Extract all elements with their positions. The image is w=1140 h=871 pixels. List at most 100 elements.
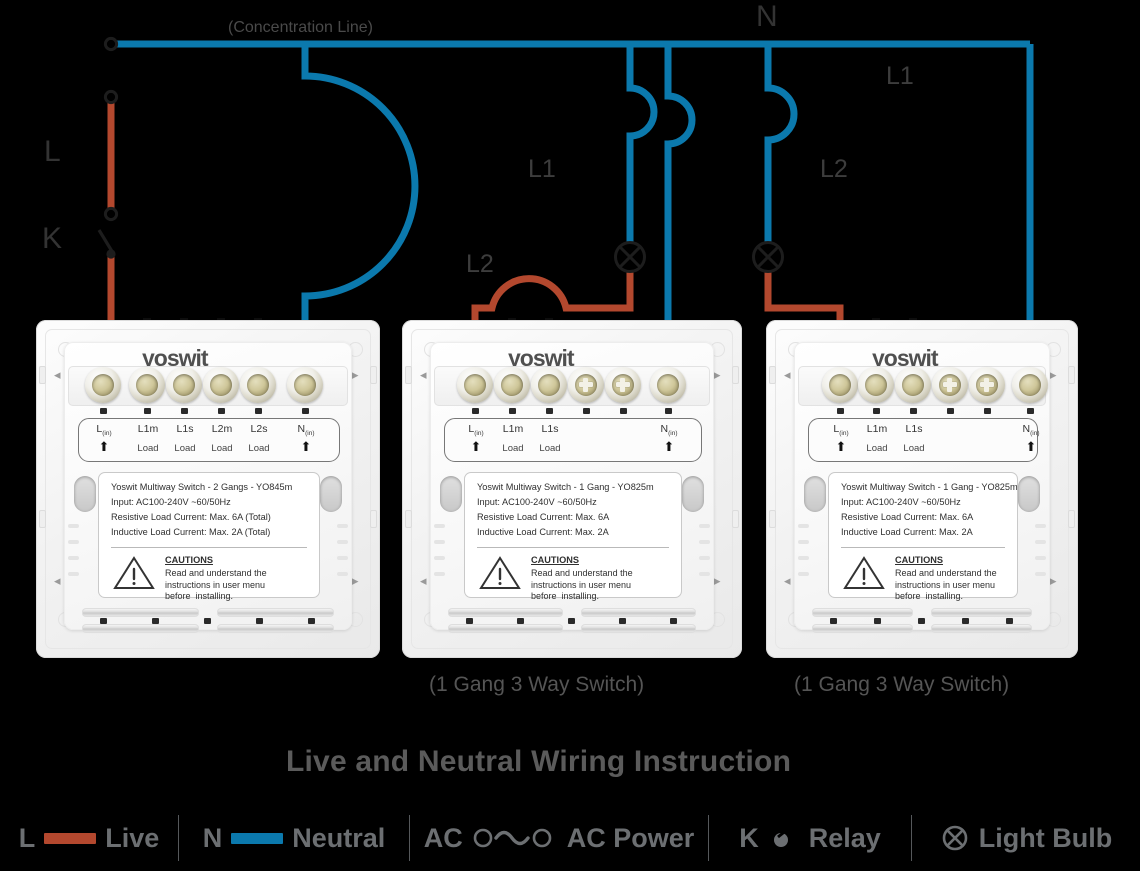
panel-1-side-notch-left-top	[39, 366, 46, 384]
panel-3-terminal-screw-2[interactable]	[858, 367, 894, 403]
panel-1-terminal-screw-5[interactable]	[240, 367, 276, 403]
panel-3: ◂ ▸ ◂ ▸ yoswit L(in) ⬆ L1m Load L1s Load N(in) ⬆ Yosw…	[766, 320, 1078, 658]
panel-1-arrow-left-bot: ◂	[54, 573, 61, 588]
panel-2-spec-resistive: Resistive Load Current: Max. 6A	[477, 512, 610, 522]
page-title: Live and Neutral Wiring Instruction	[286, 745, 792, 778]
panel-2-arrow-left-bot: ◂	[420, 573, 427, 588]
panel-3-vent-tick-right-4	[1035, 572, 1046, 576]
panel-1-spec-inductive: Inductive Load Current: Max. 2A (Total)	[111, 527, 271, 537]
panel-2-spec-model: Yoswit Multiway Switch - 1 Gang - YO825m	[477, 482, 654, 492]
panel-3-terminal-tab-1	[837, 408, 844, 414]
panel-2-terminal-label-box: L(in) ⬆ L1m Load L1s Load N(in) ⬆	[444, 418, 702, 462]
panel-3-bottom-tab-2	[874, 618, 881, 624]
panel-2-terminal-screw-2[interactable]	[494, 367, 530, 403]
panel-2-side-notch-right-top	[732, 366, 739, 384]
panel-3-vent-tick-right-3	[1035, 556, 1046, 560]
panel-1-spec-resistive: Resistive Load Current: Max. 6A (Total)	[111, 512, 271, 522]
legend-label-live: Live	[105, 822, 160, 853]
panel-3-terminal-screw-6[interactable]	[1012, 367, 1048, 403]
panel-3-terminal-screw-5[interactable]	[969, 367, 1005, 403]
light-bulb-2	[752, 241, 784, 273]
panel-1-rocker-right-top[interactable]	[217, 608, 334, 617]
panel-2-arrow-right-bot: ▸	[714, 573, 721, 588]
neutral-to-bulb-2	[764, 44, 798, 243]
panel-3-terminal-tab-3	[910, 408, 917, 414]
panel-1-vent-tick-right-3	[337, 556, 348, 560]
panel-1-rocker-left-top[interactable]	[82, 608, 199, 617]
panel-2-rocker-left-top[interactable]	[448, 608, 563, 617]
screw-cross-vertical	[620, 378, 625, 392]
panel-3-terminal-screw-4[interactable]	[932, 367, 968, 403]
panel-2-vent-tick-left-1	[434, 524, 445, 528]
panel-3-rocker-right-bot[interactable]	[931, 624, 1032, 633]
panel-1-rocker-left-bot[interactable]	[82, 624, 199, 633]
panel-2-terminal-screw-5[interactable]	[605, 367, 641, 403]
node-label-L2-right: L2	[820, 155, 848, 183]
panel-1-arrow-right-bot: ▸	[352, 573, 359, 588]
panel-2-terminal-screw-3[interactable]	[531, 367, 567, 403]
panel-2-terminal-screw-4[interactable]	[568, 367, 604, 403]
panel-2-bottom-tab-3	[568, 618, 575, 624]
panel-1-terminal-screw-6[interactable]	[287, 367, 323, 403]
panel-3-rocker-right-top[interactable]	[931, 608, 1032, 617]
legend-bar: L Live N Neutral AC AC Power K Relay Lig…	[0, 805, 1140, 871]
panel-2-rocker-left-bot[interactable]	[448, 624, 563, 633]
panel-3-bottom-tab-3	[918, 618, 925, 624]
panel-2-vent-tick-right-2	[699, 540, 710, 544]
node-label-L1-left: L1	[528, 155, 556, 183]
panel-3-terminal-tab-5	[984, 408, 991, 414]
panel-1-terminal-foot-6: ⬆	[300, 439, 312, 454]
panel-1-vent-tick-left-3	[68, 556, 79, 560]
panel-3-side-notch-right-bot	[1068, 510, 1075, 528]
legend-item-live: L Live	[0, 815, 178, 861]
panel-2-cautions-body: Read and understand the instructions in …	[531, 568, 633, 601]
panel-2-vent-tick-left-3	[434, 556, 445, 560]
panel-1-terminal-foot-5: Load	[248, 443, 270, 454]
panel-2-bottom-tab-2	[517, 618, 524, 624]
panel-3-arrow-right-bot: ▸	[1050, 573, 1057, 588]
legend-item-ac-power: AC AC Power	[410, 815, 708, 861]
concentration-line-label: (Concentration Line)	[228, 19, 373, 36]
caption-panel-3: (1 Gang 3 Way Switch)	[794, 673, 1010, 696]
panel-2-terminal-screw-6[interactable]	[650, 367, 686, 403]
panel-1-terminal-screw-3[interactable]	[166, 367, 202, 403]
panel-2-warning-triangle-icon	[479, 556, 521, 589]
panel-3-rocker-left-top[interactable]	[812, 608, 913, 617]
panel-3-terminal-label-3: L1s	[905, 423, 923, 435]
ac-terminal-neutral	[103, 36, 119, 52]
legend-label-neutral: Neutral	[292, 822, 386, 853]
panel-3-terminal-screw-1[interactable]	[822, 367, 858, 403]
panel-2-rocker-right-top[interactable]	[581, 608, 696, 617]
panel-1-bottom-tab-4	[256, 618, 263, 624]
node-label-L2-left: L2	[466, 250, 494, 278]
panel-2-vent-tick-right-1	[699, 524, 710, 528]
panel-1-terminal-screw-4[interactable]	[203, 367, 239, 403]
panel-3-arrow-left-bot: ◂	[784, 573, 791, 588]
panel-3-vent-tick-left-4	[798, 572, 809, 576]
panel-2-rocker-right-bot[interactable]	[581, 624, 696, 633]
legend-key-neutral: N	[202, 822, 223, 853]
panel-1-arrow-left-top: ◂	[54, 367, 61, 382]
legend-item-light-bulb: Light Bulb	[912, 815, 1140, 861]
panel-1-terminal-screw-1[interactable]	[85, 367, 121, 403]
ac-terminal-live	[103, 89, 119, 105]
panel-1: ◂ ▸ ◂ ▸ yoswit L(in) ⬆ L1m Load L1s Load L2m Load L2s…	[36, 320, 380, 658]
panel-3-rocker-left-bot[interactable]	[812, 624, 913, 633]
legend-label-relay: Relay	[808, 822, 881, 853]
panel-2-spec-divider	[477, 547, 669, 548]
legend-item-neutral: N Neutral	[179, 815, 409, 861]
panel-1-terminal-screw-2[interactable]	[129, 367, 165, 403]
panel-1-rocker-right-bot[interactable]	[217, 624, 334, 633]
panel-1-bottom-tab-1	[100, 618, 107, 624]
panel-2-bottom-tab-4	[619, 618, 626, 624]
neutral-to-panel2	[664, 44, 696, 330]
panel-3-terminal-tab-2	[873, 408, 880, 414]
panel-1-warning-triangle-icon	[113, 556, 155, 589]
panel-1-vent-tick-left-1	[68, 524, 79, 528]
panel-3-terminal-screw-3[interactable]	[895, 367, 931, 403]
panel-3-terminal-foot-6: ⬆	[1025, 439, 1037, 454]
panel-2-terminal-screw-1[interactable]	[457, 367, 493, 403]
panel-1-cautions-title: CAUTIONS	[165, 555, 213, 565]
panel-1-terminal-label-1: L(in)	[96, 423, 112, 438]
relay-terminal-open	[103, 206, 119, 222]
